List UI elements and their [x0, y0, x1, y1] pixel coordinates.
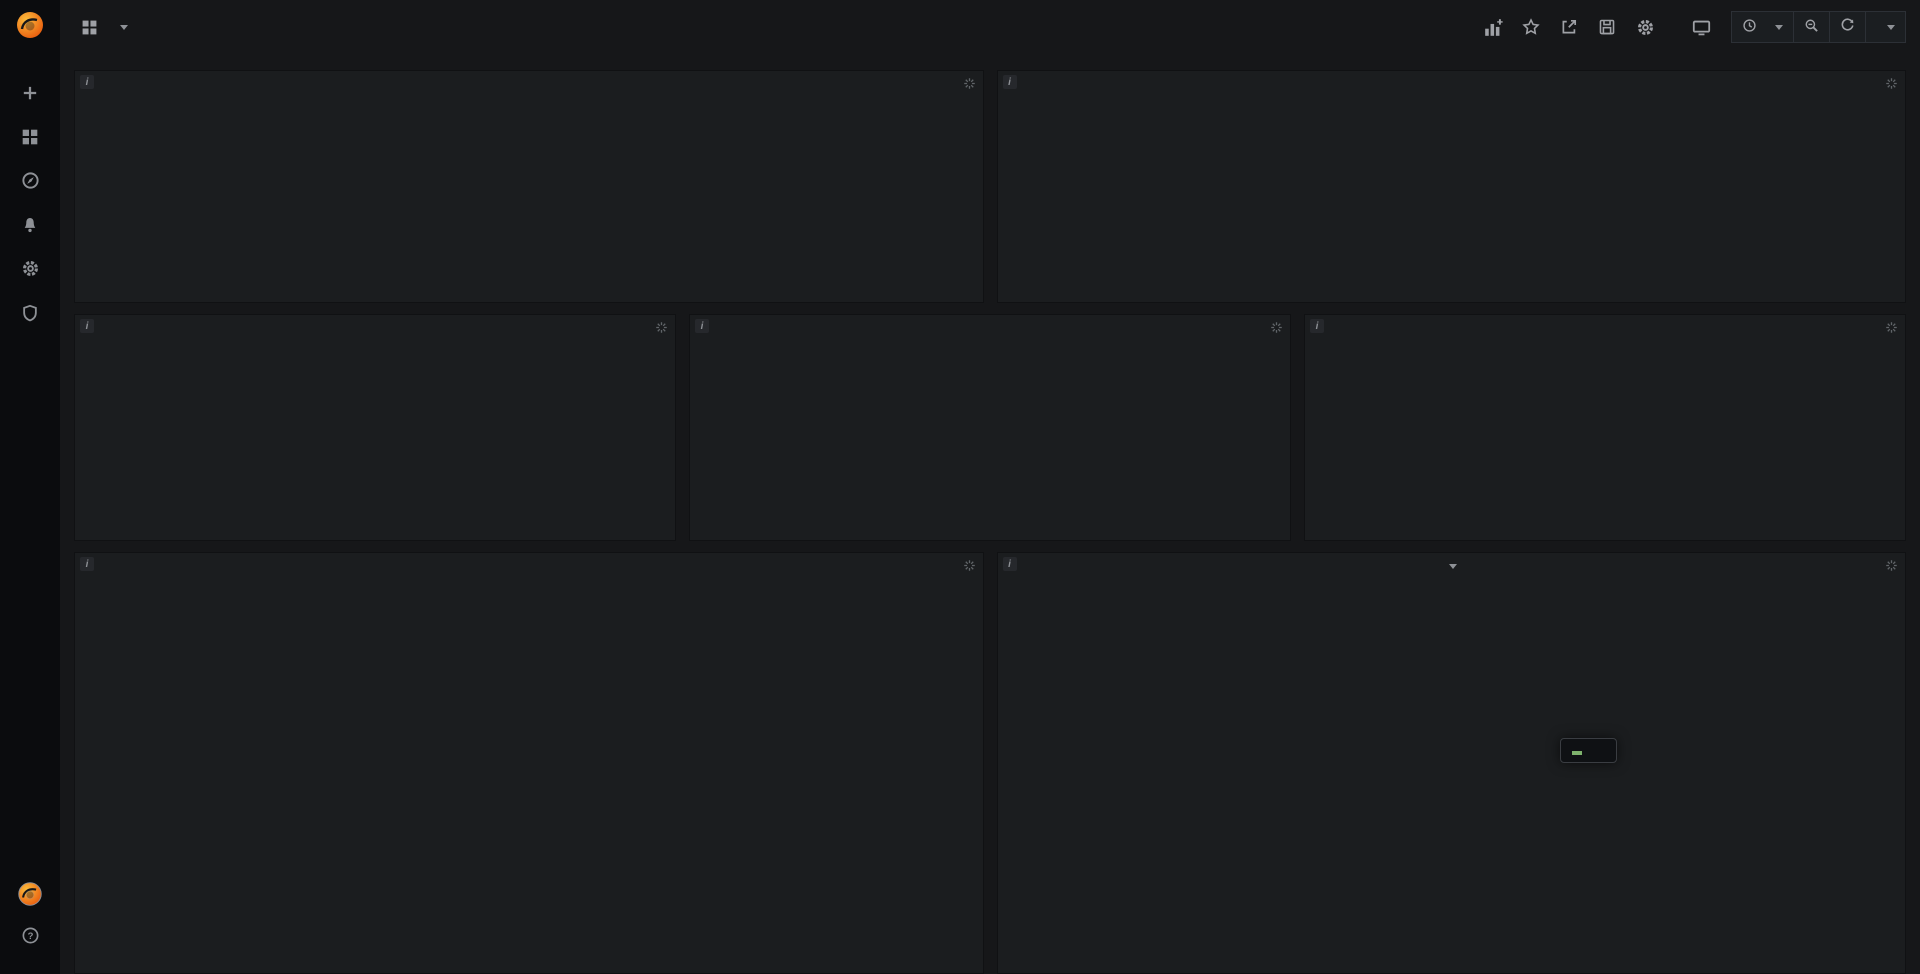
star-dashboard-button[interactable] — [1514, 11, 1548, 43]
legend-swatch — [83, 967, 97, 970]
panel-loading-spinner-icon — [963, 77, 976, 95]
cycle-view-mode-button[interactable] — [1684, 11, 1718, 43]
sidebar-item-create[interactable] — [0, 73, 60, 117]
save-dashboard-button[interactable] — [1590, 11, 1624, 43]
graph-tooltip — [1560, 738, 1617, 763]
time-range-picker[interactable] — [1731, 11, 1794, 43]
chevron-down-icon — [120, 25, 128, 30]
svg-text:?: ? — [27, 931, 33, 942]
panel-info-icon[interactable]: i — [80, 557, 94, 571]
panel-loading-spinner-icon — [1885, 559, 1898, 577]
legend-item[interactable] — [118, 967, 137, 970]
sparkline-chart — [1003, 171, 1901, 297]
panel-loading-spinner-icon — [655, 321, 668, 339]
panel-header[interactable] — [75, 553, 983, 580]
compass-icon — [21, 171, 40, 195]
grafana-app: ? — [0, 0, 1920, 974]
grafana-logo[interactable] — [15, 10, 45, 45]
sidebar-item-configuration[interactable] — [0, 249, 60, 293]
sidebar-item-alerting[interactable] — [0, 205, 60, 249]
panel-avg-disk-used: i — [997, 552, 1907, 974]
panel-header[interactable] — [75, 315, 675, 342]
panel-system-memory: i — [689, 314, 1291, 541]
refresh-button[interactable] — [1829, 11, 1866, 43]
panel-band-speed: i — [1304, 314, 1906, 541]
tooltip-series-swatch — [1572, 751, 1582, 755]
magnifier-zoom-out-icon — [1804, 18, 1819, 36]
panel-loading-spinner-icon — [1885, 77, 1898, 95]
plus-icon — [21, 84, 39, 107]
sidebar-item-server-admin[interactable] — [0, 293, 60, 337]
user-avatar[interactable] — [0, 872, 60, 916]
panel-info-icon[interactable]: i — [1003, 557, 1017, 571]
legend-swatch — [118, 967, 132, 970]
chevron-down-icon — [1449, 564, 1457, 569]
panel-info-icon[interactable]: i — [80, 75, 94, 89]
dashboard-title-dropdown[interactable] — [116, 17, 128, 37]
panel-header[interactable] — [75, 71, 983, 98]
add-panel-button[interactable] — [1476, 11, 1510, 43]
refresh-icon — [1840, 18, 1855, 36]
question-circle-icon: ? — [21, 926, 40, 950]
top-navbar — [60, 0, 1920, 54]
legend-swatch — [1006, 967, 1020, 970]
panel-loading-spinner-icon — [963, 559, 976, 577]
dashboard-grid-icon — [72, 11, 106, 43]
panel-header[interactable] — [690, 315, 1290, 342]
gauge-chart — [880, 346, 1100, 536]
panel-cpu-system: i — [74, 552, 984, 974]
panel-taosd-memory: i — [74, 314, 676, 541]
sidebar-item-explore[interactable] — [0, 161, 60, 205]
panel-header[interactable] — [1305, 315, 1905, 342]
chart-legend — [83, 967, 137, 970]
zoom-out-time-button[interactable] — [1793, 11, 1830, 43]
time-series-chart[interactable] — [1000, 582, 1900, 951]
dashboard-settings-button[interactable] — [1628, 11, 1662, 43]
gear-icon — [21, 259, 40, 283]
shield-icon — [21, 304, 39, 327]
panel-info-icon[interactable]: i — [1310, 319, 1324, 333]
panel-loading-spinner-icon — [1270, 321, 1283, 339]
chevron-down-icon — [1887, 25, 1895, 30]
panel-info-icon[interactable]: i — [695, 319, 709, 333]
dashboards-grid-icon — [21, 128, 39, 151]
panel-info-icon[interactable]: i — [1003, 75, 1017, 89]
sidebar-item-dashboards[interactable] — [0, 117, 60, 161]
bell-icon — [21, 216, 39, 239]
chart-legend — [1006, 967, 1025, 970]
refresh-interval-dropdown[interactable] — [1865, 11, 1906, 43]
dashboard-grid: i i — [60, 54, 1920, 974]
panel-header[interactable] — [998, 553, 1906, 580]
chevron-down-icon — [1775, 25, 1783, 30]
panel-info-icon[interactable]: i — [80, 319, 94, 333]
share-dashboard-button[interactable] — [1552, 11, 1586, 43]
panel-req-select: i — [74, 70, 984, 303]
legend-item[interactable] — [83, 967, 102, 970]
gauge-chart — [265, 346, 485, 536]
time-controls — [1732, 11, 1906, 43]
panel-loading-spinner-icon — [1885, 321, 1898, 339]
gauge-chart — [1495, 346, 1715, 536]
panel-header[interactable] — [998, 71, 1906, 98]
sparkline-chart — [80, 171, 978, 297]
sidebar: ? — [0, 0, 60, 974]
time-series-chart[interactable] — [77, 582, 977, 951]
panel-req-insert: i — [997, 70, 1907, 303]
clock-icon — [1742, 18, 1757, 36]
legend-item[interactable] — [1006, 967, 1025, 970]
sidebar-item-help[interactable]: ? — [0, 916, 60, 960]
